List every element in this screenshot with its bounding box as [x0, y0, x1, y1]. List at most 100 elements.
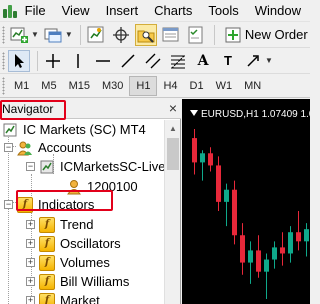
- standard-toolbar: ▼ ▼ New Order: [0, 22, 310, 48]
- candle-body: [296, 232, 301, 242]
- cursor-button[interactable]: [8, 49, 30, 72]
- candle-body: [304, 229, 309, 242]
- timeframe-mn-button[interactable]: MN: [238, 76, 267, 96]
- expand-toggle-icon[interactable]: +: [26, 220, 35, 229]
- candle-body: [216, 165, 221, 202]
- new-order-button[interactable]: New Order: [225, 24, 308, 46]
- menu-tools[interactable]: Tools: [201, 0, 247, 22]
- tree-item-accounts-label: Accounts: [38, 140, 92, 155]
- new-order-icon: [225, 27, 241, 43]
- expand-toggle-icon[interactable]: +: [26, 239, 35, 248]
- fibonacci-button[interactable]: [167, 50, 189, 72]
- text-label-button[interactable]: T: [217, 50, 239, 72]
- cursor-arrow-icon: [15, 53, 24, 68]
- chevron-down-icon[interactable]: ▼: [265, 56, 273, 65]
- strategy-tester-button[interactable]: [185, 24, 207, 46]
- candle-body: [280, 247, 285, 254]
- scroll-up-icon[interactable]: ▲: [169, 124, 177, 133]
- tree-item-volumes-label: Volumes: [60, 255, 110, 270]
- crosshair-button[interactable]: [110, 24, 132, 46]
- collapse-toggle-icon[interactable]: −: [4, 143, 13, 152]
- navigator-toggle-button[interactable]: [134, 23, 157, 46]
- candle-body: [232, 189, 237, 236]
- indicator-f-icon: f: [39, 216, 55, 233]
- menu-view[interactable]: View: [55, 0, 99, 22]
- candle-body: [272, 247, 277, 260]
- candle-body: [208, 153, 213, 166]
- horizontal-line-button[interactable]: [92, 50, 114, 72]
- tree-root-label: IC Markets (SC) MT4: [23, 122, 146, 137]
- toolbar-grip[interactable]: [2, 76, 5, 95]
- toolbar-grip[interactable]: [2, 25, 5, 44]
- profiles-button[interactable]: [42, 24, 64, 46]
- timeframe-m30-button[interactable]: M30: [96, 76, 129, 96]
- tree-item-account-server[interactable]: − ICMarketsSC-Live: [26, 157, 165, 176]
- tree-item-bill-williams[interactable]: + f Bill Williams: [26, 272, 129, 291]
- timeframe-m1-button[interactable]: M1: [8, 76, 35, 96]
- tree-root[interactable]: IC Markets (SC) MT4: [2, 120, 146, 139]
- candle-body: [256, 250, 261, 272]
- tree-item-trend[interactable]: + f Trend: [26, 215, 93, 234]
- menu-file[interactable]: File: [18, 0, 55, 22]
- fibonacci-icon: [171, 55, 185, 68]
- navigator-scrollbar[interactable]: ▲: [164, 120, 180, 304]
- indicator-f-icon: f: [39, 254, 55, 271]
- new-chart-icon: [10, 27, 28, 43]
- strategy-tester-icon: [188, 26, 203, 43]
- market-watch-button[interactable]: [85, 24, 107, 46]
- server-icon: [39, 159, 55, 175]
- tree-connector: [8, 134, 9, 304]
- chevron-down-icon[interactable]: ▼: [31, 30, 39, 39]
- toolbar-separator: [213, 24, 215, 45]
- toolbar-grip[interactable]: [2, 51, 5, 70]
- timeframe-h1-button[interactable]: H1: [129, 75, 158, 96]
- equidistant-channel-button[interactable]: [142, 50, 164, 72]
- terminal-button[interactable]: [160, 24, 182, 46]
- plus-crosshair-icon: [46, 53, 60, 68]
- scrollbar-thumb[interactable]: [167, 138, 179, 170]
- tree-item-bill-williams-label: Bill Williams: [60, 274, 130, 289]
- candle-body: [240, 235, 245, 263]
- tree-item-oscillators[interactable]: + f Oscillators: [26, 234, 121, 253]
- expand-toggle-icon[interactable]: +: [26, 296, 35, 304]
- arrows-button[interactable]: [242, 50, 264, 72]
- new-chart-button[interactable]: [8, 24, 30, 46]
- timeframe-m15-button[interactable]: M15: [63, 76, 96, 96]
- horizontal-line-icon: [96, 59, 110, 62]
- tree-item-volumes[interactable]: + f Volumes: [26, 253, 110, 272]
- collapse-toggle-icon[interactable]: −: [26, 162, 35, 171]
- candle-body: [200, 153, 205, 163]
- crosshair-tool-button[interactable]: [42, 50, 64, 72]
- tree-item-oscillators-label: Oscillators: [60, 236, 121, 251]
- crosshair-icon: [112, 26, 129, 43]
- tree-item-accounts[interactable]: − Accounts: [4, 138, 91, 157]
- toolbar-separator: [37, 50, 38, 71]
- timeframe-w1-button[interactable]: W1: [210, 76, 239, 96]
- timeframe-m5-button[interactable]: M5: [35, 76, 62, 96]
- expand-toggle-icon[interactable]: +: [26, 277, 35, 286]
- vertical-line-icon: [77, 53, 79, 68]
- text-label-icon: T: [224, 53, 232, 68]
- close-icon[interactable]: ×: [169, 100, 177, 116]
- menu-window[interactable]: Window: [248, 0, 310, 22]
- timeframe-toolbar: M1 M5 M15 M30 H1 H4 D1 W1 MN: [0, 74, 310, 98]
- chart-window[interactable]: EURUSD,H1 1.07409 1.0: [182, 99, 310, 304]
- vertical-line-button[interactable]: [67, 50, 89, 72]
- market-watch-icon: [87, 26, 104, 42]
- tree-item-market-label: Market: [60, 293, 100, 304]
- chevron-down-icon[interactable]: ▼: [65, 30, 73, 39]
- menu-charts[interactable]: Charts: [147, 0, 201, 22]
- timeframe-d1-button[interactable]: D1: [184, 76, 210, 96]
- text-tool-button[interactable]: A: [192, 50, 214, 72]
- collapse-toggle-icon[interactable]: −: [4, 200, 13, 209]
- tree-item-market[interactable]: + f Market: [26, 291, 100, 304]
- navigator-panel: Navigator × IC Markets (SC) MT4 − Accoun…: [0, 99, 181, 304]
- mt4-app-icon[interactable]: [2, 3, 17, 19]
- menu-insert[interactable]: Insert: [99, 0, 148, 22]
- menu-bar: File View Insert Charts Tools Window: [0, 0, 310, 22]
- timeframe-h4-button[interactable]: H4: [157, 76, 183, 96]
- expand-toggle-icon[interactable]: +: [26, 258, 35, 267]
- trendline-button[interactable]: [117, 50, 139, 72]
- text-tool-icon: A: [197, 52, 209, 69]
- candlestick-plot: [192, 129, 309, 299]
